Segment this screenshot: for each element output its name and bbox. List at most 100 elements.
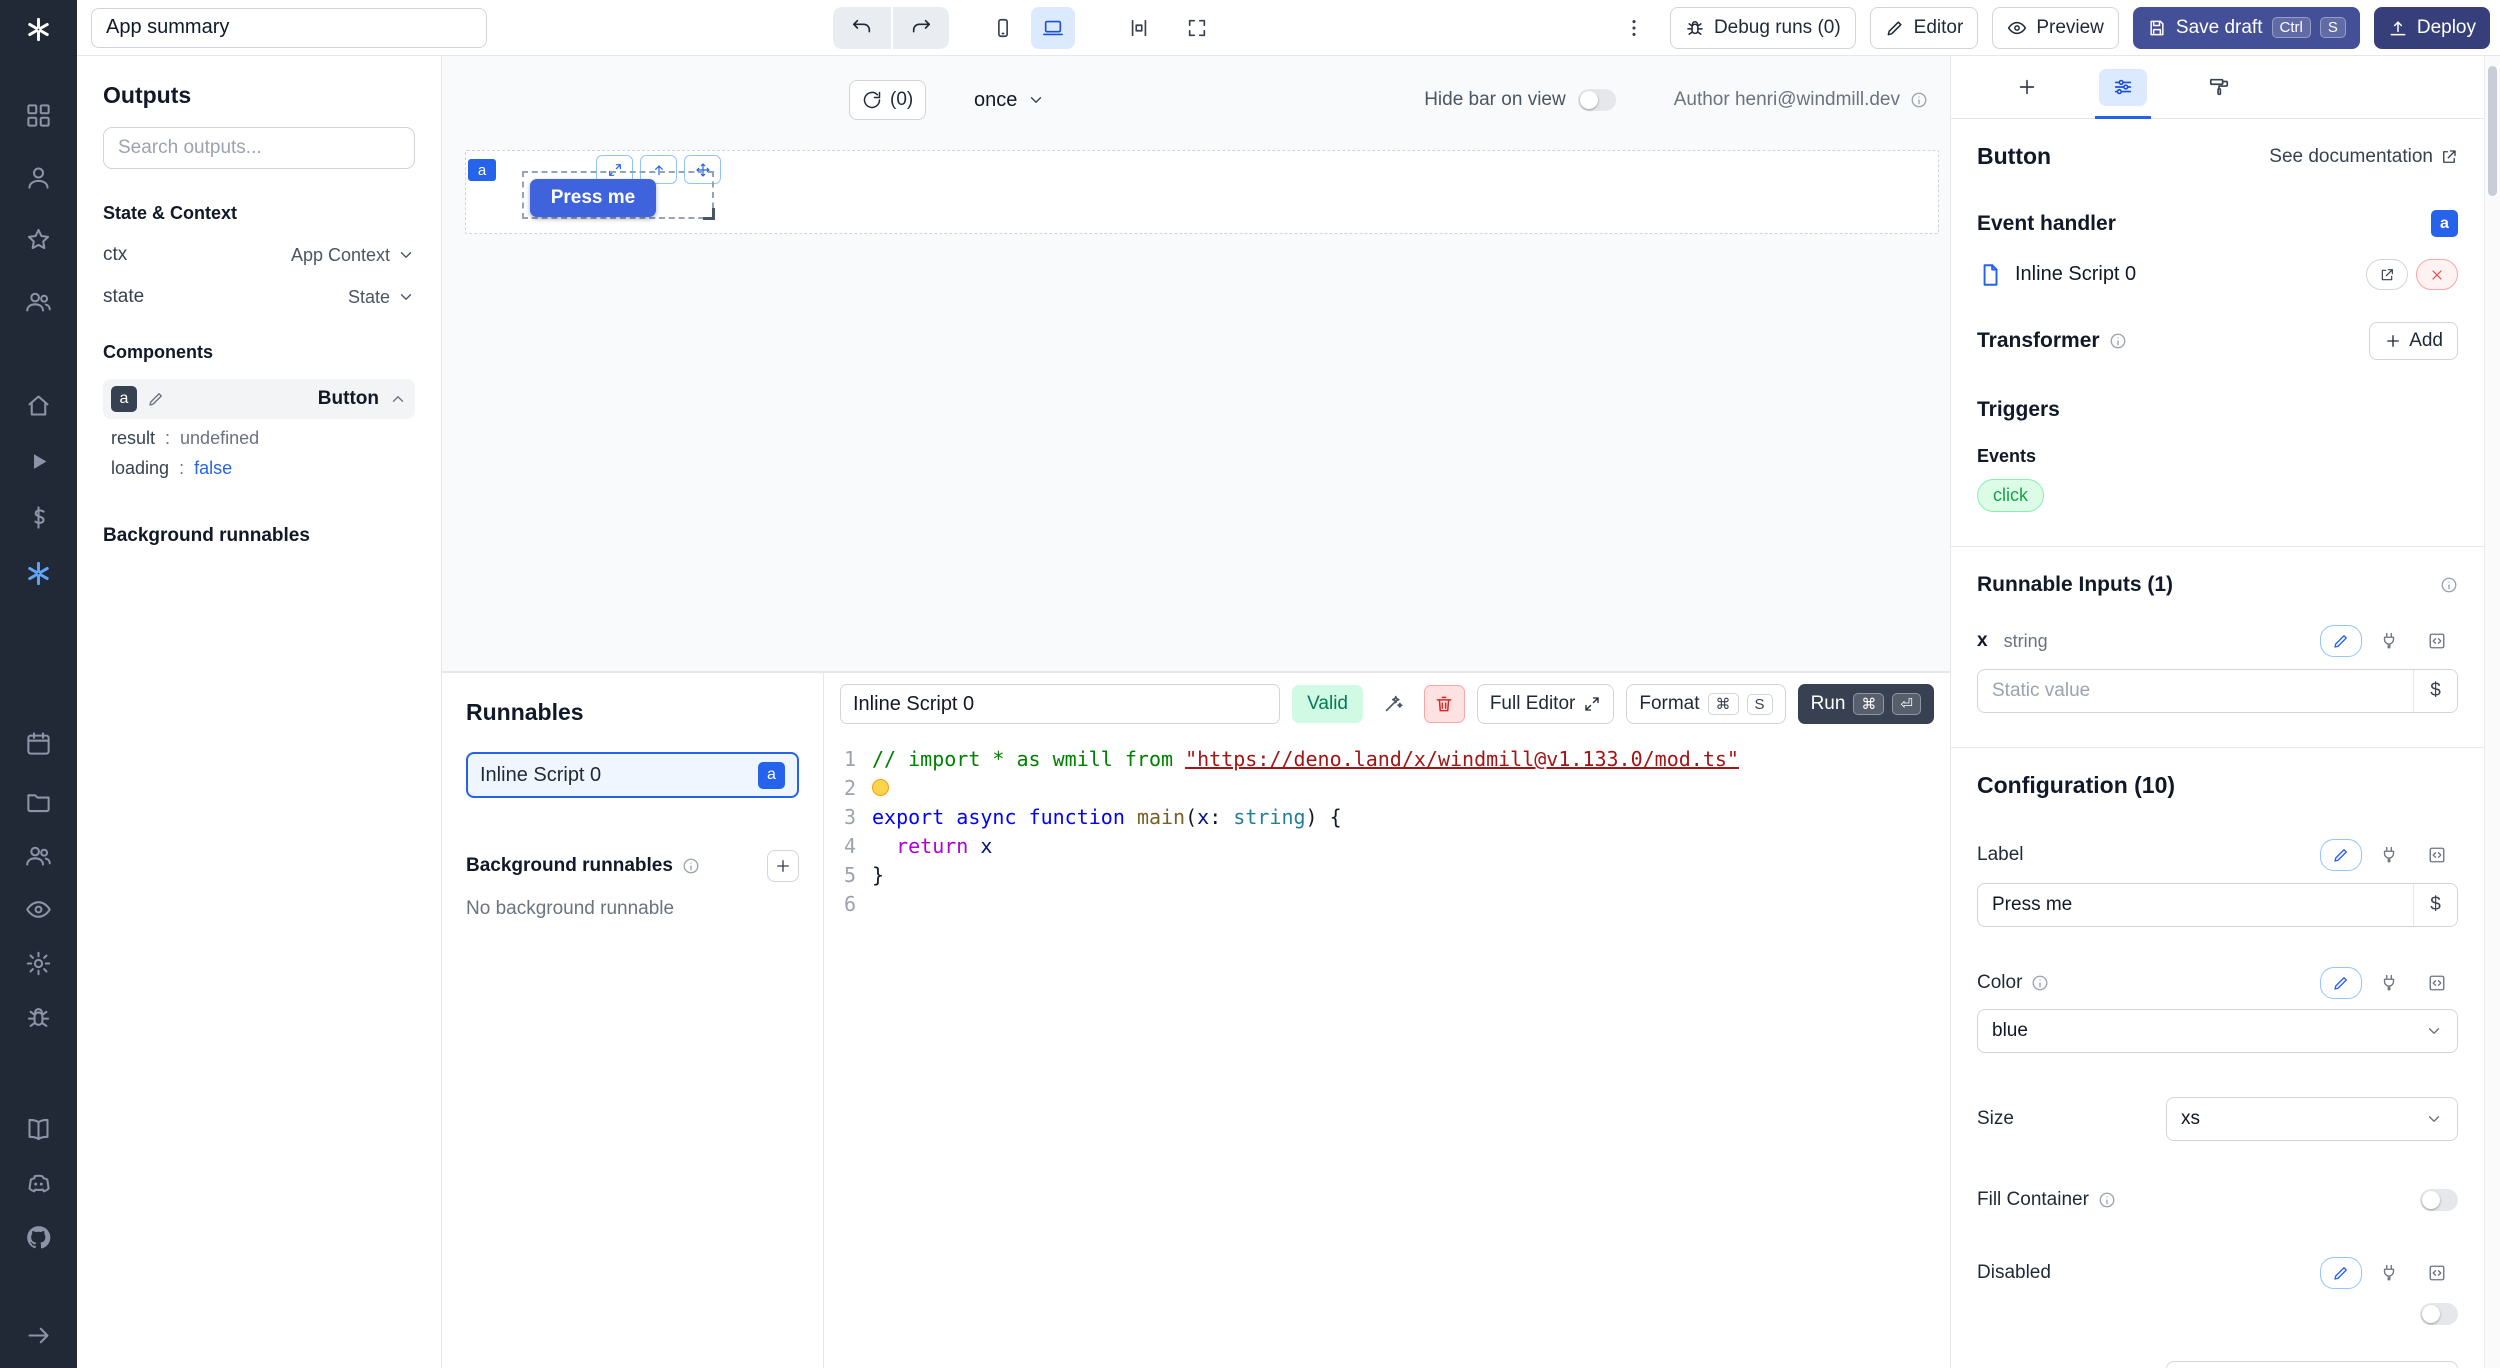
tab-settings[interactable] (2099, 56, 2147, 118)
info-icon[interactable] (2098, 1191, 2116, 1209)
preview-label: Preview (2036, 17, 2104, 39)
connect-mode-plug-icon[interactable] (2368, 1257, 2410, 1289)
eye-icon[interactable] (17, 892, 61, 926)
play-icon[interactable] (17, 444, 61, 478)
star-icon[interactable] (17, 222, 61, 256)
gear-icon[interactable] (17, 946, 61, 980)
vertical-scrollbar[interactable] (2484, 56, 2500, 1368)
open-script-button[interactable] (2366, 259, 2408, 290)
add-background-runnable-button[interactable] (767, 850, 799, 882)
component-row[interactable]: a Button (103, 379, 415, 419)
github-icon[interactable] (17, 1220, 61, 1254)
outputs-title: Outputs (103, 82, 415, 109)
code-editor[interactable]: 123456 // import * as wmill from "https:… (824, 735, 1950, 1368)
collapse-arrow-icon[interactable] (17, 1318, 61, 1352)
remove-script-button[interactable] (2416, 259, 2458, 290)
info-icon[interactable] (682, 857, 700, 875)
ctx-key: ctx (103, 244, 127, 266)
users-icon[interactable] (17, 284, 61, 318)
schedule-dropdown[interactable]: once (974, 80, 1045, 120)
delete-script-button[interactable] (1424, 685, 1465, 723)
static-value-input[interactable] (1978, 680, 2413, 702)
preview-button[interactable]: Preview (1992, 7, 2119, 49)
chevron-up-icon[interactable] (389, 390, 407, 408)
loading-prop-row[interactable]: loading : false (103, 458, 415, 479)
press-me-button[interactable]: Press me (530, 179, 656, 217)
eval-mode-code-icon[interactable] (2416, 1257, 2458, 1289)
user-icon[interactable] (17, 160, 61, 194)
static-mode-pencil-icon[interactable] (2320, 1257, 2362, 1289)
tab-insert[interactable] (2003, 56, 2051, 118)
info-icon[interactable] (2031, 974, 2049, 992)
see-documentation-link[interactable]: See documentation (2269, 146, 2458, 168)
more-menu-button[interactable] (1612, 7, 1656, 49)
search-outputs-input[interactable] (103, 127, 415, 169)
triggers-title: Triggers (1977, 398, 2458, 422)
grid-row[interactable]: a Press me (465, 150, 1939, 234)
app-summary-input[interactable] (91, 8, 487, 48)
scrollbar-thumb[interactable] (2488, 66, 2497, 196)
desktop-view-button[interactable] (1031, 7, 1075, 49)
connect-mode-plug-icon[interactable] (2368, 839, 2410, 871)
undo-button[interactable] (833, 7, 891, 49)
before-icon-input[interactable] (2166, 1361, 2458, 1368)
color-select[interactable]: blue (1977, 1009, 2458, 1053)
editor-button[interactable]: Editor (1870, 7, 1979, 49)
save-draft-button[interactable]: Save draft Ctrl S (2133, 7, 2360, 49)
code-lines[interactable]: // import * as wmill from "https://deno.… (872, 745, 1950, 1368)
static-mode-pencil-icon[interactable] (2320, 967, 2362, 999)
format-button[interactable]: Format ⌘ S (1626, 684, 1785, 724)
worker-bug-icon[interactable] (17, 1000, 61, 1034)
dollar-template-button[interactable]: $ (2413, 884, 2457, 926)
info-icon[interactable] (2109, 332, 2127, 350)
size-select[interactable]: xs (2166, 1097, 2458, 1141)
grid-icon[interactable] (17, 98, 61, 132)
dollar-icon[interactable] (17, 500, 61, 534)
connect-mode-plug-icon[interactable] (2368, 967, 2410, 999)
run-button[interactable]: Run ⌘ ⏎ (1798, 684, 1934, 724)
home-icon[interactable] (17, 388, 61, 422)
add-transformer-button[interactable]: Add (2369, 322, 2458, 360)
disabled-toggle[interactable] (2420, 1303, 2458, 1325)
eval-mode-code-icon[interactable] (2416, 625, 2458, 657)
calendar-icon[interactable] (17, 726, 61, 760)
static-mode-pencil-icon[interactable] (2320, 625, 2362, 657)
resize-handle[interactable] (703, 208, 715, 220)
folder-icon[interactable] (17, 784, 61, 818)
size-field-name: Size (1977, 1108, 2014, 1130)
tab-theme[interactable] (2195, 56, 2243, 118)
ctx-row[interactable]: ctx App Context (103, 244, 415, 266)
connect-mode-plug-icon[interactable] (2368, 625, 2410, 657)
eval-mode-code-icon[interactable] (2416, 967, 2458, 999)
result-prop-row[interactable]: result : undefined (103, 428, 415, 449)
ai-wand-button[interactable] (1375, 685, 1412, 723)
label-input[interactable] (1978, 894, 2413, 916)
script-name-input[interactable] (840, 684, 1280, 724)
static-mode-pencil-icon[interactable] (2320, 839, 2362, 871)
dollar-template-button[interactable]: $ (2413, 670, 2457, 712)
info-icon[interactable] (1910, 91, 1928, 109)
edit-pencil-icon[interactable] (147, 390, 165, 408)
hide-bar-toggle[interactable] (1578, 89, 1616, 111)
windmill-logo[interactable] (17, 12, 61, 46)
discord-icon[interactable] (17, 1166, 61, 1200)
event-handler-script-row[interactable]: Inline Script 0 (1977, 259, 2458, 290)
nav-rail (0, 0, 77, 1368)
debug-runs-button[interactable]: Debug runs (0) (1670, 7, 1856, 49)
redo-button[interactable] (891, 7, 949, 49)
groups-icon[interactable] (17, 838, 61, 872)
eval-mode-code-icon[interactable] (2416, 839, 2458, 871)
fill-container-toggle[interactable] (2420, 1189, 2458, 1211)
mobile-view-button[interactable] (981, 7, 1025, 49)
windmill-hub-icon[interactable] (17, 556, 61, 590)
state-row[interactable]: state State (103, 286, 415, 308)
docs-book-icon[interactable] (17, 1112, 61, 1146)
app-canvas[interactable]: (0) once Hide bar on view Author henri@w… (442, 56, 1950, 672)
fullscreen-button[interactable] (1175, 7, 1219, 49)
info-icon[interactable] (2440, 576, 2458, 594)
runnable-item[interactable]: Inline Script 0 a (466, 752, 799, 798)
full-editor-button[interactable]: Full Editor (1477, 684, 1615, 724)
refresh-button[interactable]: (0) (849, 80, 926, 120)
deploy-button[interactable]: Deploy (2374, 7, 2490, 49)
center-align-button[interactable] (1117, 7, 1161, 49)
